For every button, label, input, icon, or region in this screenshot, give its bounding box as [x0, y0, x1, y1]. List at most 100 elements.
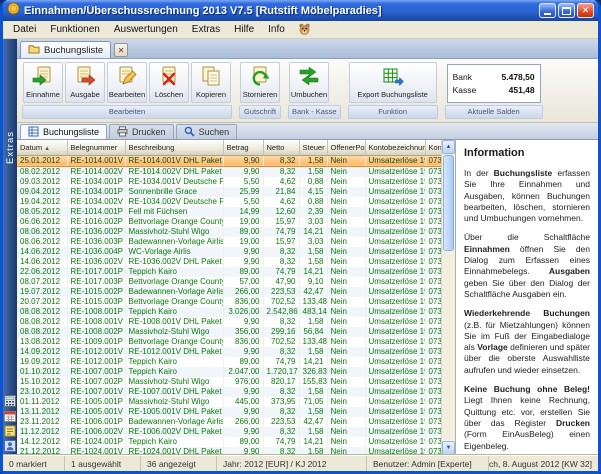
extras-sidebar[interactable]: Extras	[3, 39, 17, 455]
table-row[interactable]: 14.09.2012 RE-1012.001V RE-1012.001V DHL…	[17, 346, 441, 357]
table-row[interactable]: 19.09.2012 RE-1012.001P Teppich Kairo 89…	[17, 356, 441, 367]
notes-icon[interactable]	[4, 424, 16, 437]
table-row[interactable]: 15.10.2012 RE-1007.002P Massivholz-Stuhl…	[17, 376, 441, 387]
table-header: Datum ▲ Belegnummer Beschreibung Betrag N…	[17, 140, 441, 156]
table-row[interactable]: 08.06.2012 RE-1036.003P Badewannen-Vorla…	[17, 236, 441, 247]
status-user: Benutzer: Admin [Experte]	[367, 456, 489, 471]
toolbar-group-bearbeiten: Einnahme Ausgabe Bearbeiten Löschen Kopi…	[21, 61, 233, 120]
menu-funktionen[interactable]: Funktionen	[43, 23, 106, 36]
table-row[interactable]: 08.06.2012 RE-1036.002P Massivholz-Stuhl…	[17, 226, 441, 237]
menu-auswertungen[interactable]: Auswertungen	[107, 23, 185, 36]
table-row[interactable]: 11.12.2012 RE-1006.002V RE-1006.002V DHL…	[17, 426, 441, 437]
column-header-datum[interactable]: Datum ▲	[17, 140, 68, 156]
minimize-button[interactable]	[539, 3, 556, 18]
column-header-offenerposten[interactable]: OffenerPosten	[327, 140, 366, 156]
info-panel: Information In der Buchungsliste erfasse…	[455, 140, 598, 455]
subtab-drucken-label: Drucken	[132, 127, 166, 137]
calculator-icon[interactable]	[4, 394, 16, 407]
table-row[interactable]: 08.08.2012 RE-1008.002P Massivholz-Stuhl…	[17, 326, 441, 337]
scroll-up-icon[interactable]: ▲	[442, 140, 455, 154]
table-row[interactable]: 09.04.2012 RE-1034.001P Sonnenbrille Gra…	[17, 186, 441, 197]
stornieren-button[interactable]: Stornieren	[240, 62, 280, 103]
table-row[interactable]: 23.11.2012 RE-1006.001P Badewannen-Vorla…	[17, 416, 441, 427]
close-button[interactable]: ✕	[577, 3, 594, 18]
table-row[interactable]: 01.11.2012 RE-1005.001P Massivholz-Stuhl…	[17, 396, 441, 407]
toolbar-group-bank-kasse: Umbuchen Bank - Kasse	[287, 61, 342, 120]
kopieren-button[interactable]: Kopieren	[191, 62, 231, 103]
column-header-steuer[interactable]: Steuer	[299, 140, 328, 156]
column-header-netto[interactable]: Netto	[263, 140, 300, 156]
column-header-beschreibung[interactable]: Beschreibung	[125, 140, 224, 156]
ausgabe-icon	[74, 65, 96, 89]
tab-label: Buchungsliste	[44, 44, 104, 56]
table-row[interactable]: 09.03.2012 RE-1034.001P RE-1034.001V Deu…	[17, 176, 441, 187]
loeschen-button[interactable]: Löschen	[149, 62, 189, 103]
table-row[interactable]: 19.04.2012 RE-1034.002V RE-1034.002V Deu…	[17, 196, 441, 207]
table-row[interactable]: 08.02.2012 RE-1014.002V RE-1014.002V DHL…	[17, 166, 441, 177]
export-label: Export Buchungsliste	[357, 90, 428, 99]
table-row[interactable]: 06.06.2012 RE-1016.002P Bettvorlage Oran…	[17, 216, 441, 227]
subtab-suchen[interactable]: Suchen	[175, 124, 238, 139]
tab-buchungsliste[interactable]: Buchungsliste	[20, 41, 112, 58]
mascot-icon	[298, 23, 311, 36]
bank-saldo-value: 5.478,50	[501, 72, 535, 82]
printer-icon	[117, 125, 128, 139]
export-buchungsliste-button[interactable]: Export Buchungsliste	[348, 62, 437, 103]
titlebar[interactable]: Einnahmen/Überschussrechnung 2013 V7.5 […	[3, 0, 598, 21]
tab-close-icon[interactable]: ✕	[114, 43, 129, 57]
ausgabe-label: Ausgabe	[70, 90, 100, 99]
table-row[interactable]: 14.06.2012 RE-1036.004P WC-Vorlage Airli…	[17, 246, 441, 257]
table-scrollbar[interactable]: ▲ ▼	[441, 140, 455, 455]
table-row[interactable]: 21.12.2012 RE-1024.001V RE-1024.001V DHL…	[17, 446, 441, 455]
subtab-buchungsliste[interactable]: Buchungsliste	[20, 124, 108, 139]
umbuchen-label: Umbuchen	[290, 90, 328, 99]
table-row[interactable]: 13.08.2012 RE-1009.001P Bettvorlage Oran…	[17, 336, 441, 347]
table-row[interactable]: 14.12.2012 RE-1024.001P Teppich Kairo 89…	[17, 436, 441, 447]
umbuchen-icon	[298, 65, 320, 89]
einnahme-button[interactable]: Einnahme	[23, 62, 63, 103]
info-paragraph-3: Wiederkehrende Buchungen (z.B. für Mietz…	[464, 308, 591, 375]
table-row[interactable]: 14.06.2012 RE-1036.002V RE-1036.002V DHL…	[17, 256, 441, 267]
view-subtabs: Buchungsliste Drucken Suchen	[17, 123, 598, 140]
table-row[interactable]: 20.07.2012 RE-1015.003P Bettvorlage Oran…	[17, 296, 441, 307]
table-row[interactable]: 08.07.2012 RE-1017.003P Bettvorlage Oran…	[17, 276, 441, 287]
bank-label: Bank	[452, 72, 472, 82]
menu-datei[interactable]: Datei	[6, 23, 43, 36]
scroll-thumb[interactable]	[443, 155, 454, 251]
umbuchen-button[interactable]: Umbuchen	[289, 62, 329, 103]
status-shown-count: 36 angezeigt	[141, 456, 217, 471]
table-row[interactable]: 08.08.2012 RE-1008.001P Teppich Kairo 3.…	[17, 306, 441, 317]
bearbeiten-button[interactable]: Bearbeiten	[107, 62, 147, 103]
table-row[interactable]: 25.01.2012 RE-1014.001V RE-1014.001V DHL…	[17, 154, 441, 167]
table-row[interactable]: 19.07.2012 RE-1015.002P Badewannen-Vorla…	[17, 286, 441, 297]
column-header-konto[interactable]: Konto	[425, 140, 441, 156]
table-row[interactable]: 13.11.2012 RE-1005.001V RE-1005.001V DHL…	[17, 406, 441, 417]
menu-extras[interactable]: Extras	[185, 23, 227, 36]
column-header-belegnummer[interactable]: Belegnummer	[67, 140, 126, 156]
einnahme-label: Einnahme	[26, 90, 60, 99]
menu-hilfe[interactable]: Hilfe	[227, 23, 261, 36]
calendar-icon[interactable]	[4, 409, 16, 422]
maximize-button[interactable]	[558, 3, 575, 18]
table-row[interactable]: 23.10.2012 RE-1007.001V RE-1007.001V DHL…	[17, 386, 441, 397]
contacts-icon[interactable]	[4, 439, 16, 452]
scroll-track[interactable]	[442, 154, 455, 441]
status-date: Mittwoch, 8. August 2012 [KW 32]	[489, 458, 592, 469]
table-row[interactable]: 08.05.2012 RE-1014.001P Fell mit Füchsen…	[17, 206, 441, 217]
scroll-down-icon[interactable]: ▼	[442, 441, 455, 455]
extras-sidebar-label: Extras	[4, 131, 16, 164]
table-row[interactable]: 01.10.2012 RE-1007.001P Teppich Kairo 2.…	[17, 366, 441, 377]
kasse-label: Kasse	[452, 85, 477, 95]
table-row[interactable]: 22.06.2012 RE-1017.001P Teppich Kairo 89…	[17, 266, 441, 277]
ausgabe-button[interactable]: Ausgabe	[65, 62, 105, 103]
subtab-drucken[interactable]: Drucken	[109, 124, 174, 139]
einnahme-icon	[32, 65, 54, 89]
column-header-betrag[interactable]: Betrag	[223, 140, 264, 156]
table-row[interactable]: 08.08.2012 RE-1008.001V RE-1008.001V DHL…	[17, 316, 441, 327]
info-paragraph-2: Über die Schaltfläche Einnahmen öffnen S…	[464, 232, 590, 299]
sidebar-icons	[4, 394, 16, 452]
folder-icon	[28, 44, 40, 57]
menu-info[interactable]: Info	[261, 23, 292, 36]
column-header-kontobezeichnung[interactable]: Kontobezeichnung	[365, 140, 426, 156]
menubar: Datei Funktionen Auswertungen Extras Hil…	[3, 21, 598, 39]
